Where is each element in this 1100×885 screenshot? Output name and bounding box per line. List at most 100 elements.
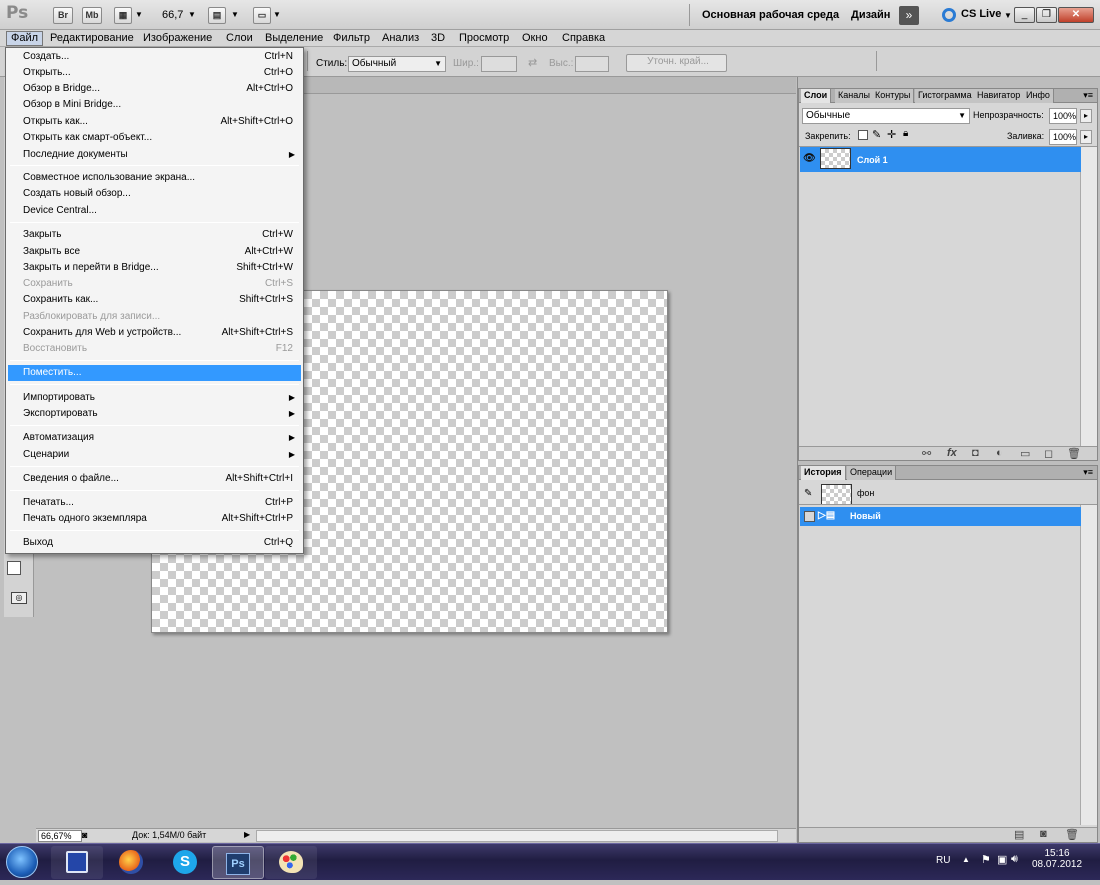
- width-field[interactable]: [481, 56, 517, 72]
- lock-position-icon[interactable]: ✛: [887, 128, 896, 141]
- menu-item-browse-mini-bridge[interactable]: Обзор в Mini Bridge...: [8, 97, 301, 113]
- menu-item-open[interactable]: Открыть... Ctrl+O: [8, 65, 301, 81]
- history-scrollbar[interactable]: [1080, 505, 1097, 825]
- menu-item-save-as[interactable]: Сохранить как... Shift+Ctrl+S: [8, 292, 301, 308]
- menu-item-screen-share[interactable]: Совместное использование экрана...: [8, 170, 301, 186]
- action-center-icon[interactable]: ⚑: [981, 853, 991, 866]
- menu-item-close-all[interactable]: Закрыть все Alt+Ctrl+W: [8, 244, 301, 260]
- menu-item-print-one-copy[interactable]: Печать одного экземпляра Alt+Shift+Ctrl+P: [8, 511, 301, 527]
- add-mask-icon[interactable]: ◘: [972, 447, 979, 459]
- tab-paths[interactable]: Контуры: [872, 89, 915, 103]
- arrange-documents-icon[interactable]: ▤: [208, 7, 226, 24]
- trash-icon[interactable]: 🗑︎: [1065, 828, 1079, 841]
- swap-icon[interactable]: ⇄: [528, 56, 537, 69]
- menu-item-new-review[interactable]: Создать новый обзор...: [8, 186, 301, 202]
- eye-icon[interactable]: 👁︎: [803, 153, 816, 164]
- mini-bridge-button[interactable]: Mb: [82, 7, 102, 24]
- menu-item-close-go-bridge[interactable]: Закрыть и перейти в Bridge... Shift+Ctrl+…: [8, 260, 301, 276]
- menu-edit[interactable]: Редактирование: [50, 32, 134, 44]
- tab-channels[interactable]: Каналы: [835, 89, 874, 103]
- menu-item-exit[interactable]: Выход Ctrl+Q: [8, 535, 301, 551]
- workspace-design[interactable]: Дизайн: [851, 9, 890, 21]
- tab-info[interactable]: Инфо: [1023, 89, 1054, 103]
- opacity-arrow[interactable]: ▸: [1080, 109, 1092, 123]
- menu-item-save-for-web[interactable]: Сохранить для Web и устройств... Alt+Shif…: [8, 325, 301, 341]
- chevron-down-icon[interactable]: ▼: [1004, 11, 1012, 20]
- menu-item-scripts[interactable]: Сценарии ▶: [8, 447, 301, 463]
- menu-item-import[interactable]: Импортировать ▶: [8, 390, 301, 406]
- fill-arrow[interactable]: ▸: [1080, 130, 1092, 144]
- blend-mode-select[interactable]: Обычные ▼: [802, 108, 970, 124]
- system-clock[interactable]: 15:16 08.07.2012: [1027, 848, 1087, 870]
- refine-edge-button[interactable]: Уточн. край...: [626, 54, 727, 72]
- windows-start-button[interactable]: [6, 846, 38, 878]
- menu-item-export[interactable]: Экспортировать ▶: [8, 406, 301, 422]
- height-field[interactable]: [575, 56, 609, 72]
- menu-item-device-central[interactable]: Device Central...: [8, 203, 301, 219]
- history-state-name[interactable]: Новый: [850, 511, 881, 521]
- menu-item-open-as[interactable]: Открыть как... Alt+Shift+Ctrl+O: [8, 114, 301, 130]
- history-state-checkbox[interactable]: [804, 511, 815, 522]
- volume-icon[interactable]: 🔊︎: [1011, 853, 1018, 866]
- status-icon[interactable]: ◙: [82, 830, 87, 840]
- menu-window[interactable]: Окно: [522, 32, 548, 44]
- tab-layers[interactable]: Слои: [801, 89, 832, 103]
- network-icon[interactable]: ▣: [997, 853, 1007, 866]
- panel-menu-icon[interactable]: ▾≡: [1083, 90, 1093, 101]
- workspace-essentials[interactable]: Основная рабочая среда: [702, 9, 839, 21]
- menu-item-new[interactable]: Создать... Ctrl+N: [8, 49, 301, 65]
- cs-live-button[interactable]: CS Live: [961, 8, 1001, 20]
- menu-file[interactable]: Файл: [6, 31, 44, 46]
- paint-icon[interactable]: [265, 846, 317, 879]
- new-layer-icon[interactable]: ◻: [1044, 447, 1053, 460]
- chevron-down-icon[interactable]: ▼: [273, 10, 281, 19]
- quick-mask-icon[interactable]: ◎: [11, 592, 27, 604]
- fill-field[interactable]: 100%: [1049, 129, 1077, 145]
- layer-name[interactable]: Слой 1: [857, 155, 888, 165]
- tray-expand-icon[interactable]: ▲: [962, 855, 970, 864]
- zoom-field[interactable]: 66,67%: [38, 830, 82, 842]
- menu-item-check-in[interactable]: Разблокировать для записи...: [8, 309, 301, 325]
- menu-item-revert[interactable]: Восстановить F12: [8, 341, 301, 357]
- tab-history[interactable]: История: [801, 466, 846, 480]
- adjustment-layer-icon[interactable]: ◐: [996, 447, 1003, 459]
- menu-filter[interactable]: Фильтр: [333, 32, 370, 44]
- menu-item-open-smart-object[interactable]: Открыть как смарт-объект...: [8, 130, 301, 146]
- tab-histogram[interactable]: Гистограмма: [915, 89, 976, 103]
- menu-3d[interactable]: 3D: [431, 32, 445, 44]
- menu-help[interactable]: Справка: [562, 32, 605, 44]
- history-brush-icon[interactable]: ✎: [804, 488, 812, 499]
- trash-icon[interactable]: 🗑︎: [1067, 447, 1081, 460]
- style-select[interactable]: Обычный ▼: [348, 56, 446, 72]
- lock-all-icon[interactable]: 🔒︎: [903, 128, 908, 139]
- skype-icon[interactable]: S: [159, 846, 211, 879]
- status-menu-arrow[interactable]: ▶: [244, 830, 250, 839]
- layer-row[interactable]: 👁︎ Слой 1: [800, 147, 1081, 172]
- menu-view[interactable]: Просмотр: [459, 32, 509, 44]
- chevron-down-icon[interactable]: ▼: [231, 10, 239, 19]
- snapshot-name[interactable]: фон: [857, 488, 874, 498]
- zoom-level[interactable]: 66,7: [162, 9, 183, 21]
- menu-item-browse-bridge[interactable]: Обзор в Bridge... Alt+Ctrl+O: [8, 81, 301, 97]
- menu-layers[interactable]: Слои: [226, 32, 253, 44]
- menu-select[interactable]: Выделение: [265, 32, 323, 44]
- new-group-icon[interactable]: ▭: [1020, 447, 1030, 460]
- menu-item-automate[interactable]: Автоматизация ▶: [8, 430, 301, 446]
- layers-scrollbar[interactable]: [1080, 147, 1097, 447]
- link-layers-icon[interactable]: ⚯: [922, 447, 931, 460]
- new-snapshot-icon[interactable]: ◙: [1040, 828, 1047, 840]
- view-extras-icon[interactable]: ▦: [114, 7, 132, 24]
- chevron-down-icon[interactable]: ▼: [188, 10, 196, 19]
- lock-pixels-icon[interactable]: ✎: [872, 128, 881, 141]
- opacity-field[interactable]: 100%: [1049, 108, 1077, 124]
- horizontal-scrollbar[interactable]: [256, 830, 778, 842]
- screen-mode-icon[interactable]: ▭: [253, 7, 271, 24]
- new-document-from-state-icon[interactable]: ▤: [1014, 828, 1024, 841]
- menu-item-recent[interactable]: Последние документы ▶: [8, 147, 301, 163]
- menu-item-save[interactable]: Сохранить Ctrl+S: [8, 276, 301, 292]
- maximize-button[interactable]: ❐: [1036, 7, 1057, 23]
- lock-transparency-icon[interactable]: [858, 130, 868, 140]
- minimize-button[interactable]: _: [1014, 7, 1035, 23]
- tab-actions[interactable]: Операции: [847, 466, 897, 480]
- language-indicator[interactable]: RU: [936, 855, 950, 866]
